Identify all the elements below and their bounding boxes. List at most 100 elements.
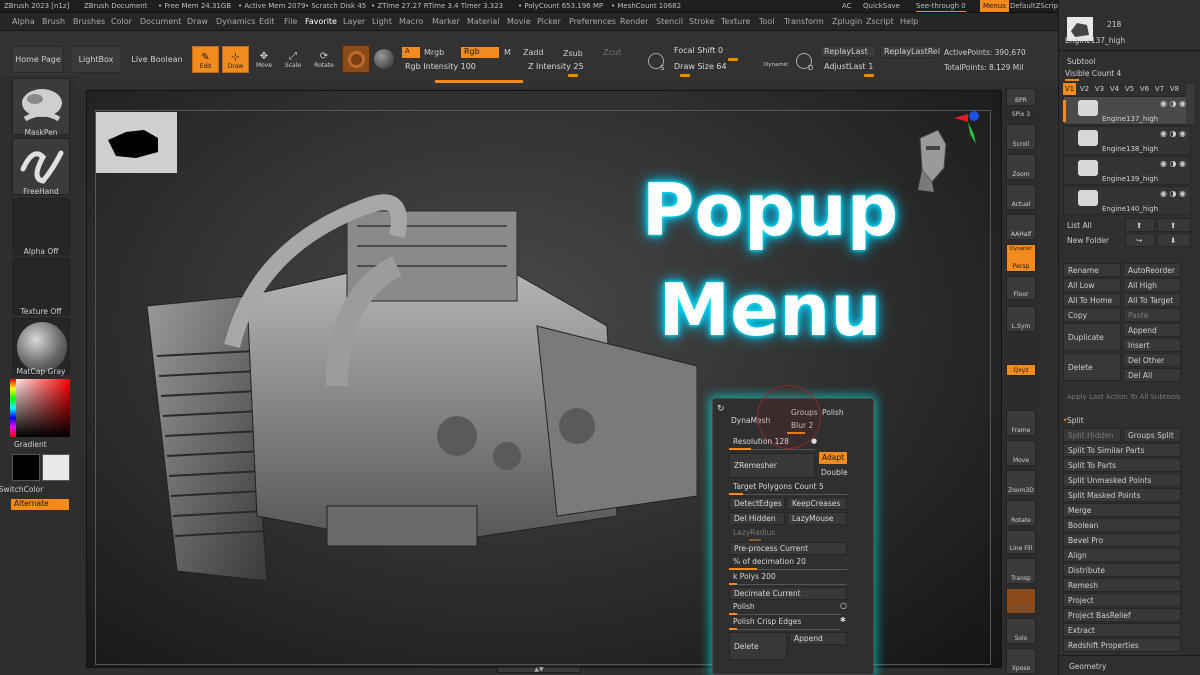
insert-button[interactable]: Insert	[1123, 338, 1181, 352]
rgb-button[interactable]: Rgb	[461, 47, 499, 58]
split-unmasked-button[interactable]: Split Unmasked Points	[1063, 473, 1181, 487]
menu-stroke[interactable]: Stroke	[689, 17, 715, 26]
menu-material[interactable]: Material	[467, 17, 500, 26]
visibility-tab-v3[interactable]: V3	[1093, 83, 1106, 95]
menu-help[interactable]: Help	[900, 17, 918, 26]
menu-zscript[interactable]: Zscript	[866, 17, 894, 26]
k-polys-slider[interactable]: k Polys 200	[729, 572, 847, 585]
dynamic-label[interactable]: Dynamic	[764, 62, 788, 68]
default-zscript[interactable]: DefaultZScript	[1010, 2, 1061, 10]
subtool-item[interactable]: Engine140_high ◉ ◑ ◉	[1063, 186, 1191, 215]
zoom3d-button[interactable]: Zoom3D	[1006, 470, 1036, 496]
menu-texture[interactable]: Texture	[721, 17, 750, 26]
del-hidden-button[interactable]: Del Hidden	[729, 512, 785, 525]
focal-shift-slider[interactable]: Focal Shift 0	[670, 45, 790, 61]
delete-tray-button[interactable]: Delete	[1063, 353, 1121, 381]
canvas-bottom-scrollbar[interactable]: ▲▼	[497, 667, 581, 673]
split-section-header[interactable]: Split	[1067, 416, 1084, 425]
align-section[interactable]: Align	[1063, 548, 1181, 562]
menu-edit[interactable]: Edit	[259, 17, 275, 26]
lazy-radius-slider[interactable]: LazyRadius	[729, 528, 785, 541]
append-button[interactable]: Append	[789, 632, 847, 645]
replay-last-rel-button[interactable]: ReplayLastRel	[880, 45, 940, 58]
menu-macro[interactable]: Macro	[399, 17, 423, 26]
target-polygons-slider[interactable]: Target Polygons Count 5	[729, 482, 847, 495]
delete-button[interactable]: Delete	[729, 632, 787, 660]
ac-label[interactable]: AC	[842, 2, 852, 10]
tray-scrollbar[interactable]	[1186, 84, 1194, 124]
visibility-eye-icon[interactable]: ◉ ◑ ◉	[1160, 99, 1186, 108]
geometry-section-header[interactable]: Geometry	[1069, 662, 1106, 671]
menu-render[interactable]: Render	[620, 17, 648, 26]
axis-gizmo-icon[interactable]	[954, 108, 984, 148]
keep-creases-button[interactable]: KeepCreases	[787, 497, 847, 510]
frame-button[interactable]: Frame	[1006, 410, 1036, 436]
adapt-toggle[interactable]: Adapt	[819, 452, 847, 464]
refresh-icon[interactable]: ↻	[717, 404, 725, 414]
zsub-button[interactable]: Zsub	[563, 49, 583, 58]
scale-button[interactable]: ⤢ Scale	[281, 46, 305, 73]
new-folder-button[interactable]: New Folder	[1063, 233, 1121, 247]
remesh-section[interactable]: Remesh	[1063, 578, 1181, 592]
groups-split-button[interactable]: Groups Split	[1123, 428, 1181, 442]
rotate-button[interactable]: Rotate	[1006, 500, 1036, 526]
zremesher-button[interactable]: ZRemesher	[729, 453, 815, 478]
menus-button[interactable]: Menus	[980, 0, 1009, 12]
polish-crisp-edges-slider[interactable]: Polish Crisp Edges	[729, 617, 841, 630]
subtool-item[interactable]: Engine138_high ◉ ◑ ◉	[1063, 126, 1191, 155]
menu-light[interactable]: Light	[372, 17, 392, 26]
adjust-last-slider[interactable]: AdjustLast 1	[820, 61, 936, 77]
menu-brush[interactable]: Brush	[42, 17, 65, 26]
move-down-button[interactable]: ↪	[1125, 233, 1155, 247]
all-to-home-button[interactable]: All To Home	[1063, 293, 1121, 307]
quicksave-button[interactable]: QuickSave	[863, 2, 900, 10]
visibility-eye-icon[interactable]: ◉ ◑ ◉	[1160, 159, 1186, 168]
merge-section[interactable]: Merge	[1063, 503, 1181, 517]
scroll-button[interactable]: Scroll	[1006, 124, 1036, 150]
zadd-button[interactable]: Zadd	[523, 48, 544, 57]
extract-section[interactable]: Extract	[1063, 623, 1181, 637]
floor-button[interactable]: Floor	[1006, 276, 1036, 300]
split-similar-parts-button[interactable]: Split To Similar Parts	[1063, 443, 1181, 457]
duplicate-button[interactable]: Duplicate	[1063, 323, 1121, 351]
visibility-tab-v8[interactable]: V8	[1168, 83, 1181, 95]
brush-thumbnail[interactable]	[12, 78, 70, 135]
polish-toggle[interactable]: Polish	[822, 408, 844, 417]
subtool-header[interactable]: Subtool	[1067, 57, 1095, 66]
menu-preferences[interactable]: Preferences	[569, 17, 616, 26]
double-toggle[interactable]: Double	[821, 468, 848, 477]
menu-marker[interactable]: Marker	[432, 17, 460, 26]
menu-brushes[interactable]: Brushes	[73, 17, 105, 26]
visibility-eye-icon[interactable]: ◉ ◑ ◉	[1160, 189, 1186, 198]
split-hidden-button[interactable]: Split Hidden	[1063, 428, 1121, 442]
project-basrelief-section[interactable]: Project BasRelief	[1063, 608, 1181, 622]
bevel-pro-section[interactable]: Bevel Pro	[1063, 533, 1181, 547]
split-to-parts-button[interactable]: Split To Parts	[1063, 458, 1181, 472]
boolean-section[interactable]: Boolean	[1063, 518, 1181, 532]
replay-last-button[interactable]: ReplayLast	[820, 45, 876, 58]
z-intensity-slider[interactable]: Z Intensity 25	[524, 61, 644, 77]
del-other-button[interactable]: Del Other	[1123, 353, 1181, 367]
decimate-current-button[interactable]: Decimate Current	[729, 587, 847, 600]
zoom-button[interactable]: Zoom	[1006, 154, 1036, 180]
move-up-2-button[interactable]: ⬆	[1157, 218, 1191, 232]
color-picker[interactable]	[10, 379, 70, 437]
visibility-tab-v6[interactable]: V6	[1138, 83, 1151, 95]
move-up-button[interactable]: ⬆	[1125, 218, 1155, 232]
split-masked-button[interactable]: Split Masked Points	[1063, 488, 1181, 502]
solo-button[interactable]: Solo	[1006, 618, 1036, 644]
menu-stencil[interactable]: Stencil	[656, 17, 683, 26]
polish-slider[interactable]: Polish	[729, 602, 841, 615]
move-button[interactable]: ✥ Move	[252, 46, 276, 73]
del-all-button[interactable]: Del All	[1123, 368, 1181, 382]
menu-transform[interactable]: Transform	[784, 17, 824, 26]
visibility-tab-v7[interactable]: V7	[1153, 83, 1166, 95]
visible-count[interactable]: Visible Count 4	[1065, 69, 1121, 78]
visibility-tab-v2[interactable]: V2	[1078, 83, 1091, 95]
apply-last-action-button[interactable]: Apply Last Action To All Subtools	[1063, 390, 1197, 404]
subtool-item[interactable]: Engine137_high ◉ ◑ ◉	[1063, 96, 1191, 125]
menu-file[interactable]: File	[284, 17, 297, 26]
append-tray-button[interactable]: Append	[1123, 323, 1181, 337]
distribute-section[interactable]: Distribute	[1063, 563, 1181, 577]
menu-picker[interactable]: Picker	[537, 17, 561, 26]
